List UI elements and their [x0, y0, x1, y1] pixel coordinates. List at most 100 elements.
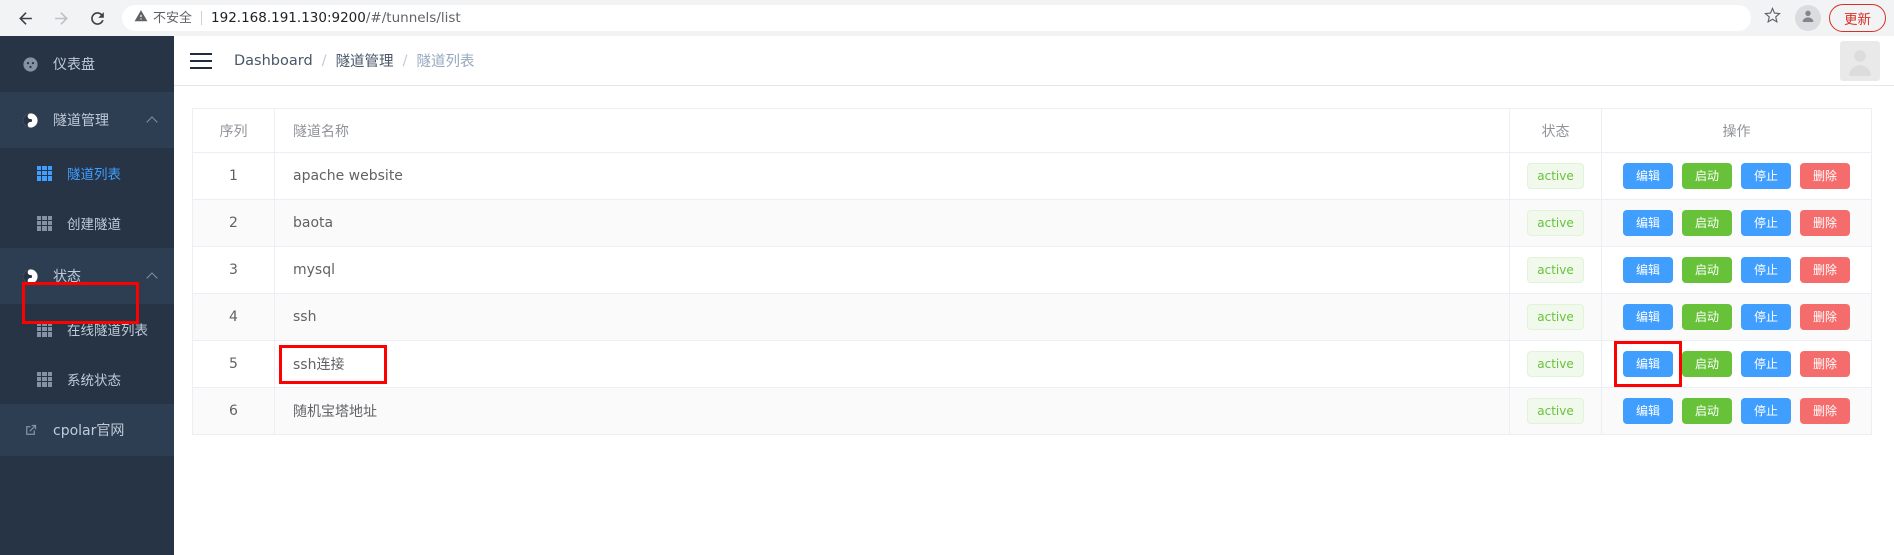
sidebar-item-cpolar-website[interactable]: cpolar官网 — [0, 404, 174, 456]
breadcrumb-separator: / — [402, 52, 408, 69]
sidebar-item-status[interactable]: 状态 — [0, 248, 174, 304]
row-1-stop-button[interactable]: 停止 — [1741, 163, 1792, 189]
row-3-name-cell: mysql — [274, 246, 1510, 294]
row-3-start-button[interactable]: 启动 — [1681, 257, 1732, 283]
row-5-delete-button[interactable]: 删除 — [1800, 351, 1851, 377]
sidebar-label: 状态 — [53, 269, 81, 285]
security-indicator[interactable]: 不安全 — [134, 9, 192, 28]
row-4-stop-button[interactable]: 停止 — [1741, 304, 1792, 330]
table-row: 1 apache website active 编辑 启动 停止 删除 — [192, 152, 1872, 200]
row-4-start-button[interactable]: 启动 — [1681, 304, 1732, 330]
action-button-group: 编辑 启动 停止 删除 — [1602, 304, 1871, 330]
row-5-edit-button[interactable]: 编辑 — [1622, 351, 1673, 377]
address-bar[interactable]: 不安全 192.168.191.130:9200/#/tunnels/list — [122, 5, 1751, 31]
sidebar-label: 仪表盘 — [53, 57, 95, 73]
row-action-cell: 编辑 启动 停止 删除 — [1601, 152, 1872, 200]
status-badge: active — [1527, 351, 1584, 377]
row-6-edit-button[interactable]: 编辑 — [1622, 398, 1673, 424]
update-button[interactable]: 更新 — [1829, 4, 1886, 32]
sidebar-label: 系统状态 — [67, 373, 121, 389]
row-3-edit-button[interactable]: 编辑 — [1622, 257, 1673, 283]
row-6-stop-button[interactable]: 停止 — [1741, 398, 1792, 424]
row-2-edit-button[interactable]: 编辑 — [1622, 210, 1673, 236]
row-3-stop-button[interactable]: 停止 — [1741, 257, 1792, 283]
table-header-row: 序列 隧道名称 状态 操作 — [192, 108, 1872, 153]
table-body: 1 apache website active 编辑 启动 停止 删除 2 baota activ… — [192, 152, 1872, 435]
star-icon — [1763, 6, 1781, 29]
app-shell: 仪表盘 隧道管理 隧道列表 创建隧道 状态 在线隧道列表 系统状态 cpolar… — [0, 36, 1894, 555]
user-avatar-icon — [1844, 46, 1876, 81]
back-button[interactable] — [8, 1, 42, 35]
url-host: 192.168.191.130:9200 — [211, 10, 366, 26]
row-status-cell: active — [1509, 152, 1602, 200]
breadcrumb-item-tunnel-manage[interactable]: 隧道管理 — [336, 50, 394, 71]
action-button-group: 编辑 启动 停止 删除 — [1602, 398, 1871, 424]
sidebar-label: 隧道管理 — [53, 113, 109, 129]
row-5-start-button[interactable]: 启动 — [1681, 351, 1732, 377]
sidebar-label: 创建隧道 — [67, 217, 121, 233]
sidebar: 仪表盘 隧道管理 隧道列表 创建隧道 状态 在线隧道列表 系统状态 cpolar… — [0, 36, 174, 555]
row-2-stop-button[interactable]: 停止 — [1741, 210, 1792, 236]
row-4-name-cell: ssh — [274, 293, 1510, 341]
row-4-delete-button[interactable]: 删除 — [1800, 304, 1851, 330]
row-seq-cell: 3 — [192, 246, 275, 294]
table-row: 3 mysql active 编辑 启动 停止 删除 — [192, 246, 1872, 294]
sidebar-item-system-status[interactable]: 系统状态 — [0, 354, 174, 404]
security-label: 不安全 — [153, 10, 193, 26]
row-status-cell: active — [1509, 199, 1602, 247]
grid-icon — [36, 321, 53, 338]
row-5-name-cell: ssh连接 — [274, 340, 1510, 388]
breadcrumb-item-dashboard[interactable]: Dashboard — [234, 53, 313, 69]
reload-icon — [88, 9, 107, 28]
row-seq-cell: 2 — [192, 199, 275, 247]
sidebar-item-dashboard[interactable]: 仪表盘 — [0, 36, 174, 92]
avatar[interactable] — [1840, 40, 1880, 81]
chevron-up-icon — [146, 115, 158, 128]
sidebar-item-create-tunnel[interactable]: 创建隧道 — [0, 198, 174, 248]
status-badge: active — [1527, 163, 1584, 189]
row-status-cell: active — [1509, 246, 1602, 294]
main-area: Dashboard / 隧道管理 / 隧道列表 序列 隧道名称 状态 操作 1 … — [174, 36, 1894, 555]
table-row: 2 baota active 编辑 启动 停止 删除 — [192, 199, 1872, 247]
sidebar-label: cpolar官网 — [53, 423, 125, 439]
status-icon — [22, 268, 39, 285]
row-2-delete-button[interactable]: 删除 — [1800, 210, 1851, 236]
row-seq-cell: 4 — [192, 293, 275, 341]
table-row: 6 随机宝塔地址 active 编辑 启动 停止 删除 — [192, 387, 1872, 435]
row-5-stop-button[interactable]: 停止 — [1741, 351, 1792, 377]
row-4-edit-button[interactable]: 编辑 — [1622, 304, 1673, 330]
table-head: 序列 隧道名称 状态 操作 — [192, 108, 1872, 153]
row-6-start-button[interactable]: 启动 — [1681, 398, 1732, 424]
forward-button[interactable] — [44, 1, 78, 35]
row-action-cell: 编辑 启动 停止 删除 — [1601, 199, 1872, 247]
profile-avatar-icon — [1800, 8, 1816, 29]
row-3-delete-button[interactable]: 删除 — [1800, 257, 1851, 283]
sidebar-item-online-tunnel-list[interactable]: 在线隧道列表 — [0, 304, 174, 354]
status-badge: active — [1527, 257, 1584, 283]
browser-toolbar: 不安全 192.168.191.130:9200/#/tunnels/list … — [0, 0, 1894, 36]
sidebar-item-tunnel-list[interactable]: 隧道列表 — [0, 148, 174, 198]
row-1-edit-button[interactable]: 编辑 — [1622, 163, 1673, 189]
hamburger-menu-icon[interactable] — [190, 52, 212, 69]
row-action-cell: 编辑 启动 停止 删除 — [1601, 246, 1872, 294]
row-1-delete-button[interactable]: 删除 — [1800, 163, 1851, 189]
external-link-icon — [22, 422, 39, 439]
table-row: 4 ssh active 编辑 启动 停止 删除 — [192, 293, 1872, 341]
row-1-start-button[interactable]: 启动 — [1681, 163, 1732, 189]
url-text: 192.168.191.130:9200/#/tunnels/list — [211, 10, 461, 26]
sidebar-item-tunnel-manage[interactable]: 隧道管理 — [0, 92, 174, 148]
top-bar: Dashboard / 隧道管理 / 隧道列表 — [174, 36, 1894, 86]
reload-button[interactable] — [80, 1, 114, 35]
grid-icon — [36, 165, 53, 182]
forward-arrow-icon — [52, 9, 71, 28]
row-2-start-button[interactable]: 启动 — [1681, 210, 1732, 236]
row-action-cell: 编辑 启动 停止 删除 — [1601, 293, 1872, 341]
row-action-cell: 编辑 启动 停止 删除 — [1601, 340, 1872, 388]
profile-button[interactable] — [1795, 5, 1821, 31]
tunnel-icon — [22, 112, 39, 129]
column-header-seq: 序列 — [192, 108, 275, 153]
row-6-delete-button[interactable]: 删除 — [1800, 398, 1851, 424]
bookmark-button[interactable] — [1757, 3, 1787, 33]
row-action-cell: 编辑 启动 停止 删除 — [1601, 387, 1872, 435]
row-6-name-cell: 随机宝塔地址 — [274, 387, 1510, 435]
